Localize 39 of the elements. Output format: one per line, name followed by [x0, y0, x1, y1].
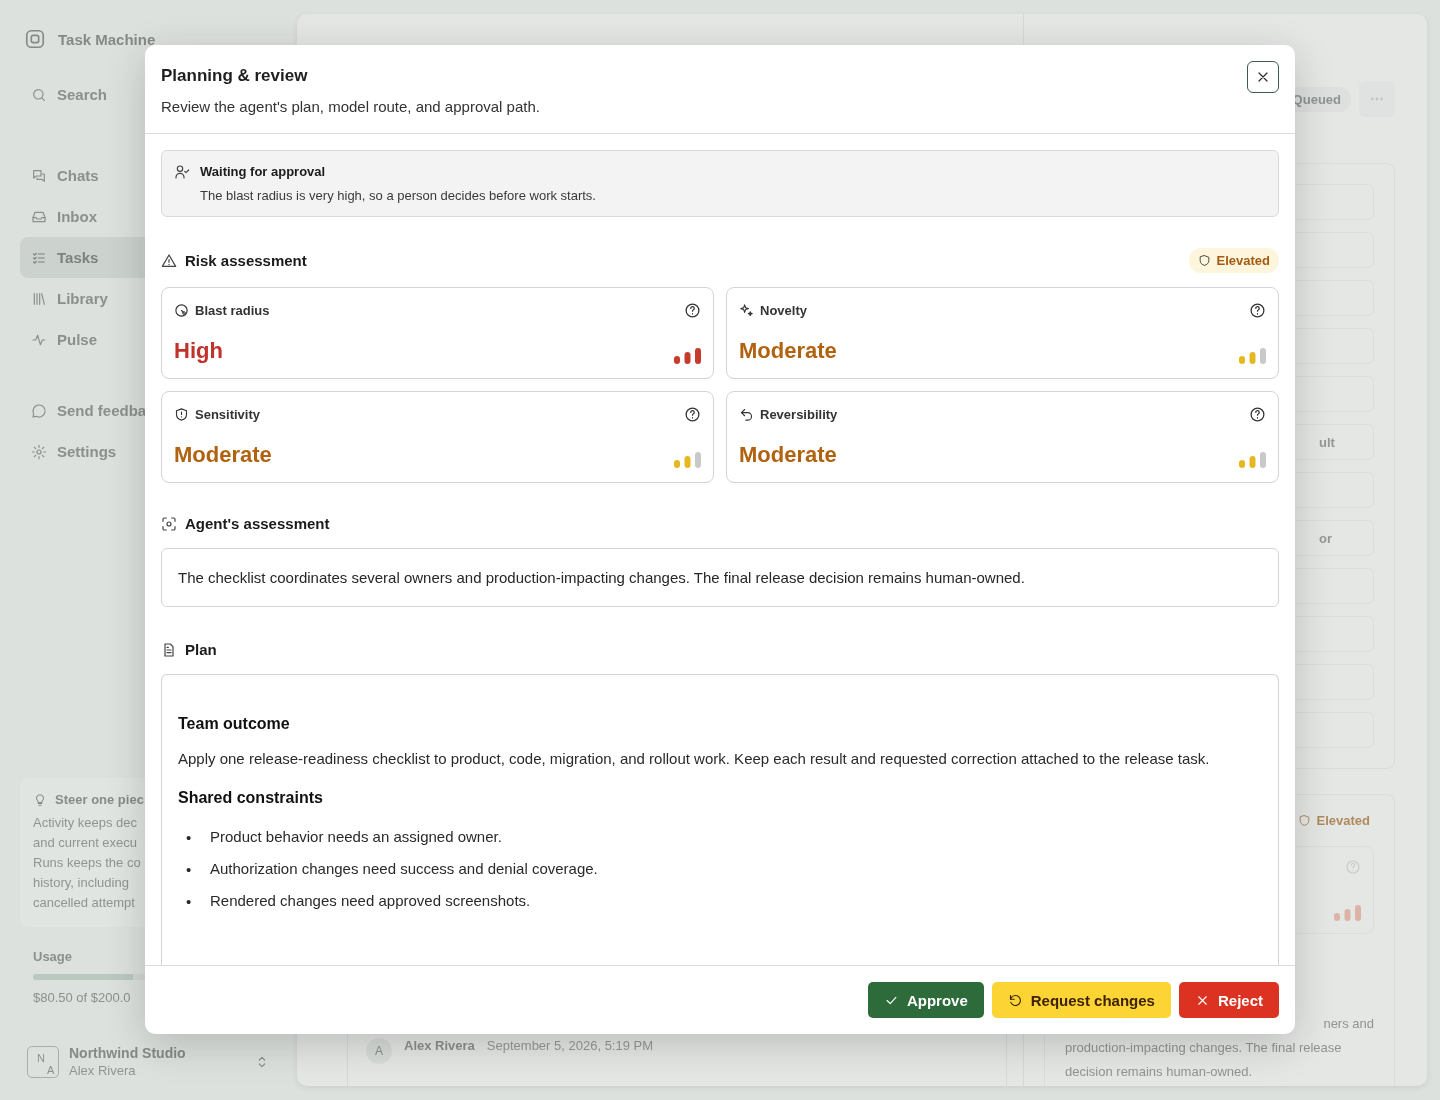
workspace-name: Northwind Studio — [69, 1045, 187, 1061]
plan-bullet: Product behavior needs an assigned owner. — [210, 827, 502, 847]
tip-text: Activity keeps dec and current execu Runs keeps the co history, including cancelled attempt — [33, 814, 141, 912]
user-name: Alex Rivera — [69, 1063, 137, 1078]
avatar: A — [366, 1038, 392, 1064]
risk-value: Moderate — [174, 442, 272, 468]
dialog-title: Planning & review — [161, 66, 308, 86]
risk-label: Blast radius — [195, 303, 271, 318]
risk-label: Reversibility — [760, 407, 839, 422]
dialog-subtitle: Review the agent's plan, model route, and approval path. — [161, 98, 541, 115]
plan-heading: Shared constraints — [178, 789, 324, 807]
section-heading: Agent's assessment — [185, 515, 330, 532]
risk-label: Sensitivity — [195, 407, 262, 422]
risk-value: High — [174, 338, 223, 364]
risk-badge: Elevated — [1188, 248, 1279, 273]
usage-label: Usage — [33, 949, 74, 964]
notice-title: Waiting for approval — [200, 164, 327, 180]
plan-bullet: Rendered changes need approved screenshots. — [210, 891, 531, 911]
section-heading: Risk assessment — [185, 252, 307, 269]
tip-title: Steer one piec — [55, 792, 144, 807]
app-name: Task Machine — [58, 30, 156, 48]
usage-reading: $80.50 of $200.0 — [33, 990, 132, 1005]
risk-value: Moderate — [739, 442, 837, 468]
comment-time: September 5, 2026, 5:19 PM — [486, 1038, 654, 1053]
notice-text: The blast radius is very high, so a person decides before work starts. — [200, 188, 597, 203]
plan-bullet: Authorization changes need success and denial coverage. — [210, 859, 598, 879]
section-heading: Plan — [185, 641, 217, 658]
workspace-avatar: N A — [27, 1045, 59, 1078]
bullet-mark: • — [186, 860, 193, 878]
assessment-text: The checklist coordinates several owners and production-impacting changes. The final release decision remains human-owned. — [161, 548, 1279, 607]
risk-value: Moderate — [739, 338, 837, 364]
risk-label: Novelty — [760, 303, 808, 318]
plan-heading: Team outcome — [178, 715, 291, 733]
risk-level-label: Elevated — [1316, 813, 1370, 828]
plan-paragraph: Apply one release-readiness checklist to product, code, migration, and rollout work. Keep each result and requested correction attached to the release task. — [178, 749, 1211, 769]
bullet-mark: • — [186, 892, 193, 910]
assessment-summary: ners and production-impacting changes. The final release decision remains human-owned. — [1065, 1015, 1374, 1081]
comment-author: Alex Rivera — [404, 1038, 475, 1053]
bullet-mark: • — [186, 828, 193, 846]
